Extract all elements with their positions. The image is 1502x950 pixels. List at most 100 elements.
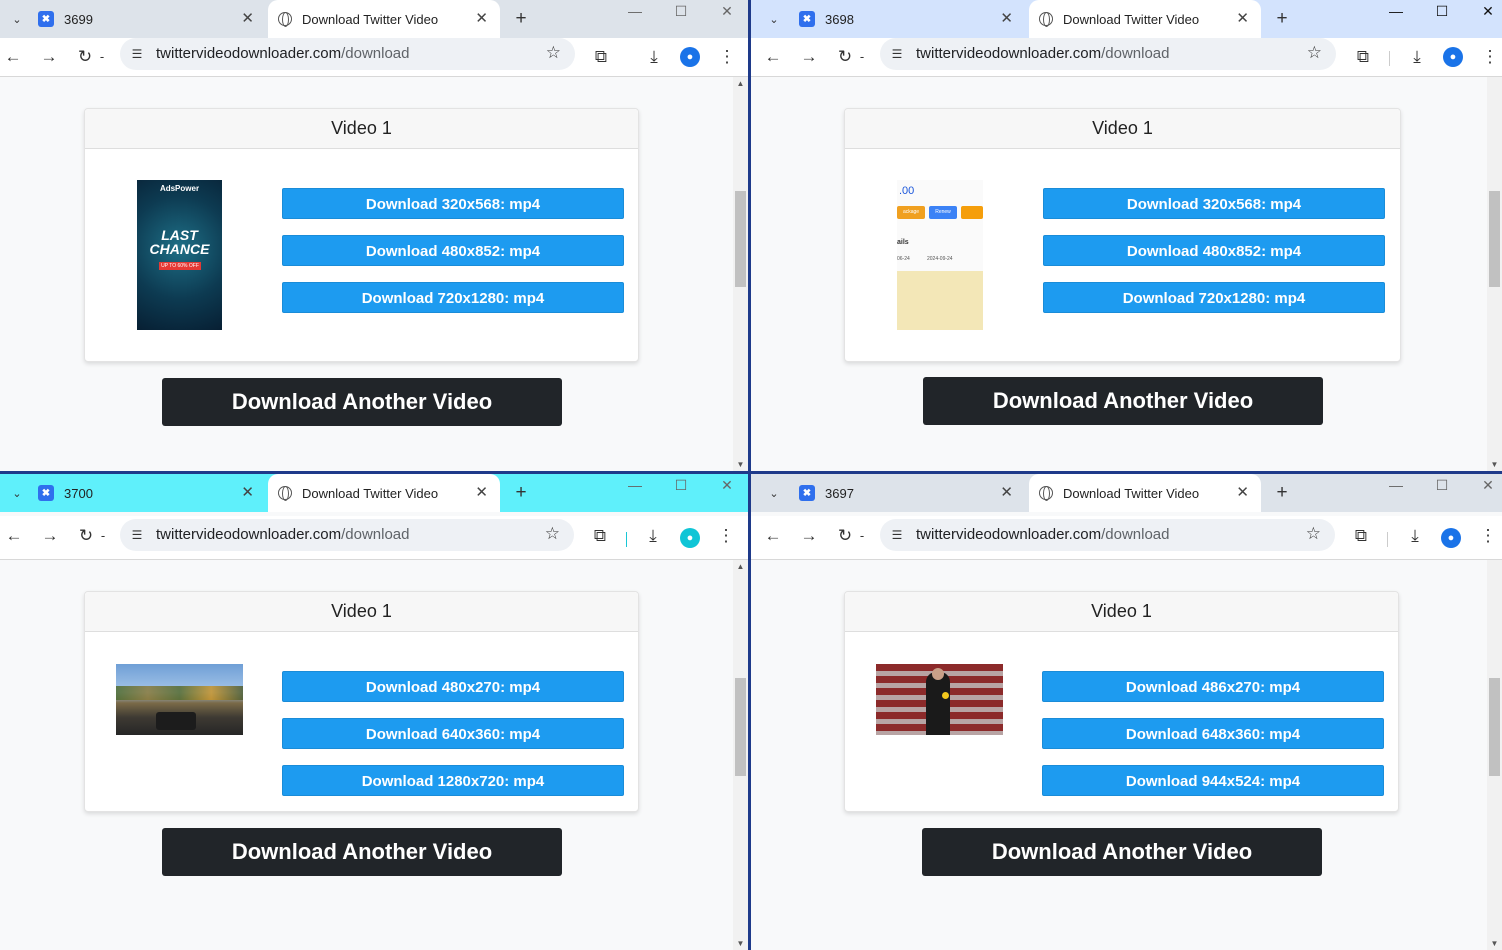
address-bar[interactable]: ☰ twittervideodownloader.com/download ☆ bbox=[120, 519, 574, 551]
minimize-icon[interactable]: — bbox=[612, 0, 658, 28]
scroll-up-icon[interactable]: ▲ bbox=[733, 562, 748, 571]
window-close-icon[interactable]: ✕ bbox=[1465, 474, 1502, 502]
chevron-down-icon[interactable]: ⌄ bbox=[763, 483, 785, 505]
tune-icon[interactable]: ☰ bbox=[128, 526, 146, 544]
tab-inactive[interactable]: ✖ 3699 ✕ bbox=[38, 0, 266, 38]
download-640x360-button[interactable]: Download 640x360: mp4 bbox=[282, 718, 624, 749]
download-944x524-button[interactable]: Download 944x524: mp4 bbox=[1042, 765, 1384, 796]
star-icon[interactable]: ☆ bbox=[545, 524, 560, 544]
window-close-icon[interactable]: ✕ bbox=[704, 0, 748, 28]
close-icon[interactable]: ✕ bbox=[1000, 484, 1013, 502]
star-icon[interactable]: ☆ bbox=[1306, 524, 1321, 544]
tab-inactive[interactable]: ✖ 3697 ✕ bbox=[799, 474, 1025, 512]
tab-active[interactable]: Download Twitter Video ✕ bbox=[268, 474, 500, 512]
scroll-thumb[interactable] bbox=[735, 678, 746, 776]
tab-active[interactable]: Download Twitter Video ✕ bbox=[1029, 0, 1261, 38]
avatar-icon[interactable]: ● bbox=[680, 47, 700, 67]
scrollbar[interactable]: ▼ bbox=[1487, 560, 1502, 950]
url-text[interactable]: twittervideodownloader.com/download bbox=[156, 526, 410, 543]
download-720x1280-button[interactable]: Download 720x1280: mp4 bbox=[1043, 282, 1385, 313]
download-another-video-button[interactable]: Download Another Video bbox=[923, 377, 1323, 425]
forward-button[interactable]: → bbox=[796, 44, 822, 70]
forward-button[interactable]: → bbox=[36, 44, 62, 70]
tab-active[interactable]: Download Twitter Video ✕ bbox=[1029, 474, 1261, 512]
back-button[interactable]: ← bbox=[760, 44, 786, 70]
url-text[interactable]: twittervideodownloader.com/download bbox=[916, 526, 1170, 543]
scrollbar[interactable]: ▲ ▼ bbox=[733, 77, 748, 471]
avatar-icon[interactable]: ● bbox=[1443, 47, 1463, 67]
scroll-down-icon[interactable]: ▼ bbox=[1487, 939, 1502, 948]
close-icon[interactable]: ✕ bbox=[241, 10, 254, 28]
scroll-thumb[interactable] bbox=[1489, 678, 1500, 776]
download-320x568-button[interactable]: Download 320x568: mp4 bbox=[1043, 188, 1385, 219]
url-text[interactable]: twittervideodownloader.com/download bbox=[916, 45, 1170, 62]
puzzle-icon[interactable]: ⧉ bbox=[588, 44, 614, 70]
window-close-icon[interactable]: ✕ bbox=[1465, 0, 1502, 28]
download-icon[interactable]: ⤓ bbox=[640, 523, 666, 549]
tab-inactive[interactable]: ✖ 3698 ✕ bbox=[799, 0, 1025, 38]
back-button[interactable]: ← bbox=[760, 523, 786, 549]
scroll-down-icon[interactable]: ▼ bbox=[733, 460, 748, 469]
back-button[interactable]: ← bbox=[0, 44, 26, 70]
new-tab-button[interactable]: + bbox=[1271, 483, 1293, 505]
address-bar[interactable]: ☰ twittervideodownloader.com/download ☆ bbox=[880, 38, 1336, 70]
download-648x360-button[interactable]: Download 648x360: mp4 bbox=[1042, 718, 1384, 749]
tab-inactive[interactable]: ✖ 3700 ✕ bbox=[38, 474, 266, 512]
download-486x270-button[interactable]: Download 486x270: mp4 bbox=[1042, 671, 1384, 702]
scroll-up-icon[interactable]: ▲ bbox=[733, 79, 748, 88]
address-bar[interactable]: ☰ twittervideodownloader.com/download ☆ bbox=[880, 519, 1335, 551]
avatar-icon[interactable]: ● bbox=[680, 528, 700, 548]
new-tab-button[interactable]: + bbox=[1271, 9, 1293, 31]
close-icon[interactable]: ✕ bbox=[1236, 484, 1249, 502]
new-tab-button[interactable]: + bbox=[510, 9, 532, 31]
forward-button[interactable]: → bbox=[796, 523, 822, 549]
scroll-thumb[interactable] bbox=[735, 191, 746, 287]
star-icon[interactable]: ☆ bbox=[546, 43, 561, 63]
puzzle-icon[interactable]: ⧉ bbox=[1350, 44, 1376, 70]
chevron-down-icon[interactable]: ⌄ bbox=[763, 9, 785, 31]
star-icon[interactable]: ☆ bbox=[1307, 43, 1322, 63]
address-bar[interactable]: ☰ twittervideodownloader.com/download ☆ bbox=[120, 38, 575, 70]
chevron-down-icon[interactable]: ⌄ bbox=[6, 9, 28, 31]
close-icon[interactable]: ✕ bbox=[475, 484, 488, 502]
avatar-icon[interactable]: ● bbox=[1441, 528, 1461, 548]
scrollbar[interactable]: ▼ bbox=[1487, 77, 1502, 471]
download-icon[interactable]: ⤓ bbox=[1402, 523, 1428, 549]
window-close-icon[interactable]: ✕ bbox=[704, 474, 748, 502]
maximize-icon[interactable]: ☐ bbox=[658, 474, 704, 502]
kebab-icon[interactable]: ⋮ bbox=[1477, 44, 1502, 70]
download-icon[interactable]: ⤓ bbox=[641, 44, 667, 70]
puzzle-icon[interactable]: ⧉ bbox=[1348, 523, 1374, 549]
download-320x568-button[interactable]: Download 320x568: mp4 bbox=[282, 188, 624, 219]
download-720x1280-button[interactable]: Download 720x1280: mp4 bbox=[282, 282, 624, 313]
download-480x270-button[interactable]: Download 480x270: mp4 bbox=[282, 671, 624, 702]
puzzle-icon[interactable]: ⧉ bbox=[587, 523, 613, 549]
close-icon[interactable]: ✕ bbox=[1236, 10, 1249, 28]
minimize-icon[interactable]: — bbox=[612, 474, 658, 502]
tune-icon[interactable]: ☰ bbox=[128, 45, 146, 63]
download-480x852-button[interactable]: Download 480x852: mp4 bbox=[1043, 235, 1385, 266]
tune-icon[interactable]: ☰ bbox=[888, 45, 906, 63]
tune-icon[interactable]: ☰ bbox=[888, 526, 906, 544]
download-480x852-button[interactable]: Download 480x852: mp4 bbox=[282, 235, 624, 266]
back-button[interactable]: ← bbox=[1, 523, 27, 549]
url-text[interactable]: twittervideodownloader.com/download bbox=[156, 45, 410, 62]
forward-button[interactable]: → bbox=[37, 523, 63, 549]
kebab-icon[interactable]: ⋮ bbox=[714, 44, 740, 70]
download-another-video-button[interactable]: Download Another Video bbox=[922, 828, 1322, 876]
minimize-icon[interactable]: — bbox=[1373, 474, 1419, 502]
new-tab-button[interactable]: + bbox=[510, 483, 532, 505]
download-another-video-button[interactable]: Download Another Video bbox=[162, 828, 562, 876]
maximize-icon[interactable]: ☐ bbox=[1419, 474, 1465, 502]
chevron-down-icon[interactable]: ⌄ bbox=[6, 483, 28, 505]
kebab-icon[interactable]: ⋮ bbox=[713, 523, 739, 549]
close-icon[interactable]: ✕ bbox=[1000, 10, 1013, 28]
download-1280x720-button[interactable]: Download 1280x720: mp4 bbox=[282, 765, 624, 796]
close-icon[interactable]: ✕ bbox=[475, 10, 488, 28]
tab-active[interactable]: Download Twitter Video ✕ bbox=[268, 0, 500, 38]
download-another-video-button[interactable]: Download Another Video bbox=[162, 378, 562, 426]
scroll-down-icon[interactable]: ▼ bbox=[733, 939, 748, 948]
close-icon[interactable]: ✕ bbox=[241, 484, 254, 502]
maximize-icon[interactable]: ☐ bbox=[1419, 0, 1465, 28]
minimize-icon[interactable]: — bbox=[1373, 0, 1419, 28]
